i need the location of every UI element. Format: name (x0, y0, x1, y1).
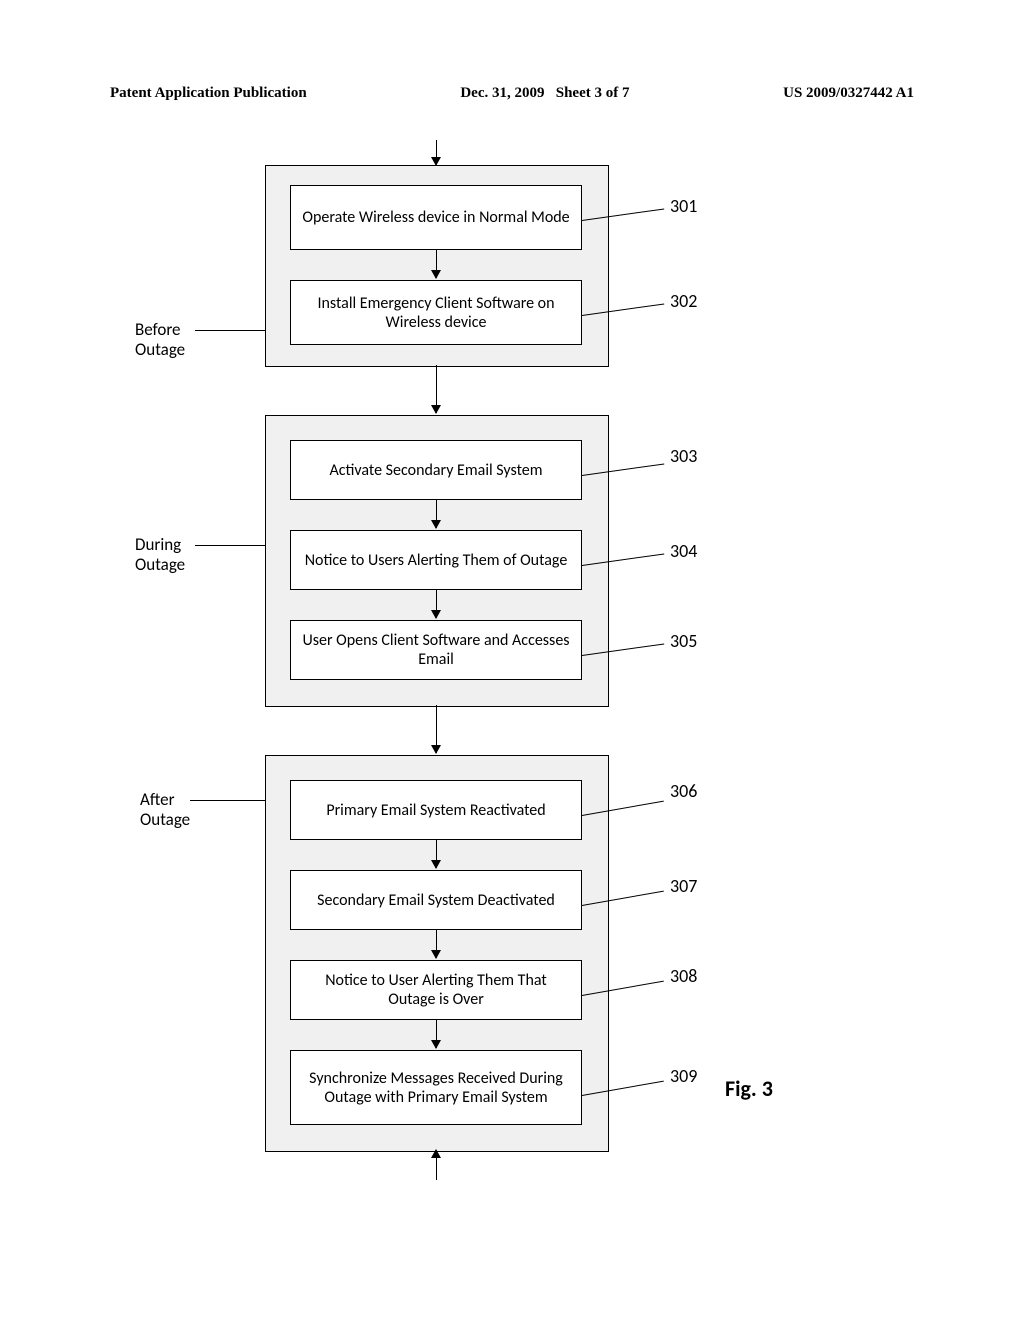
step-text-308: Notice to User Alerting Them That Outage… (301, 971, 571, 1009)
step-number-302: 302 (670, 290, 697, 312)
step-box-302: Install Emergency Client Software on Wir… (290, 280, 582, 345)
leader-after (190, 800, 265, 801)
step-text-304: Notice to Users Alerting Them of Outage (305, 551, 568, 570)
arrow-307-308 (436, 930, 437, 958)
step-number-309: 309 (670, 1065, 697, 1087)
arrow-304-305 (436, 590, 437, 618)
step-text-305: User Opens Client Software and Accesses … (301, 631, 571, 669)
header-sheet: Sheet 3 of 7 (556, 85, 630, 101)
step-box-304: Notice to Users Alerting Them of Outage (290, 530, 582, 590)
leader-before (195, 330, 265, 331)
step-text-307: Secondary Email System Deactivated (317, 891, 555, 910)
arrow-308-309 (436, 1020, 437, 1048)
page-header: Patent Application Publication Dec. 31, … (0, 85, 1024, 102)
step-number-304: 304 (670, 540, 697, 562)
arrow-303-304 (436, 500, 437, 528)
leader-during (195, 545, 265, 546)
step-box-309: Synchronize Messages Received During Out… (290, 1050, 582, 1125)
header-date-sheet: Dec. 31, 2009 Sheet 3 of 7 (460, 85, 629, 102)
step-number-307: 307 (670, 875, 697, 897)
header-pub-number: US 2009/0327442 A1 (783, 85, 914, 102)
step-box-305: User Opens Client Software and Accesses … (290, 620, 582, 680)
figure-label: Fig. 3 (725, 1075, 773, 1102)
phase-label-after: After Outage (140, 790, 190, 831)
arrow-301-302 (436, 250, 437, 278)
step-number-301: 301 (670, 195, 697, 217)
step-text-301: Operate Wireless device in Normal Mode (302, 208, 569, 227)
phase-label-during: During Outage (135, 535, 185, 576)
step-number-306: 306 (670, 780, 697, 802)
step-text-309: Synchronize Messages Received During Out… (301, 1069, 571, 1107)
step-box-301: Operate Wireless device in Normal Mode (290, 185, 582, 250)
arrow-p1-p2 (436, 365, 437, 413)
step-text-303: Activate Secondary Email System (329, 461, 542, 480)
step-number-303: 303 (670, 445, 697, 467)
arrow-p2-p3 (436, 705, 437, 753)
step-number-308: 308 (670, 965, 697, 987)
step-number-305: 305 (670, 630, 697, 652)
step-box-306: Primary Email System Reactivated (290, 780, 582, 840)
phase-label-before: Before Outage (135, 320, 185, 361)
arrow-entry (436, 140, 437, 165)
step-box-308: Notice to User Alerting Them That Outage… (290, 960, 582, 1020)
step-box-303: Activate Secondary Email System (290, 440, 582, 500)
step-text-306: Primary Email System Reactivated (326, 801, 545, 820)
step-text-302: Install Emergency Client Software on Wir… (301, 294, 571, 332)
arrow-exit (436, 1150, 437, 1180)
header-date: Dec. 31, 2009 (460, 85, 544, 101)
header-pub-label: Patent Application Publication (110, 85, 307, 102)
arrow-306-307 (436, 840, 437, 868)
step-box-307: Secondary Email System Deactivated (290, 870, 582, 930)
